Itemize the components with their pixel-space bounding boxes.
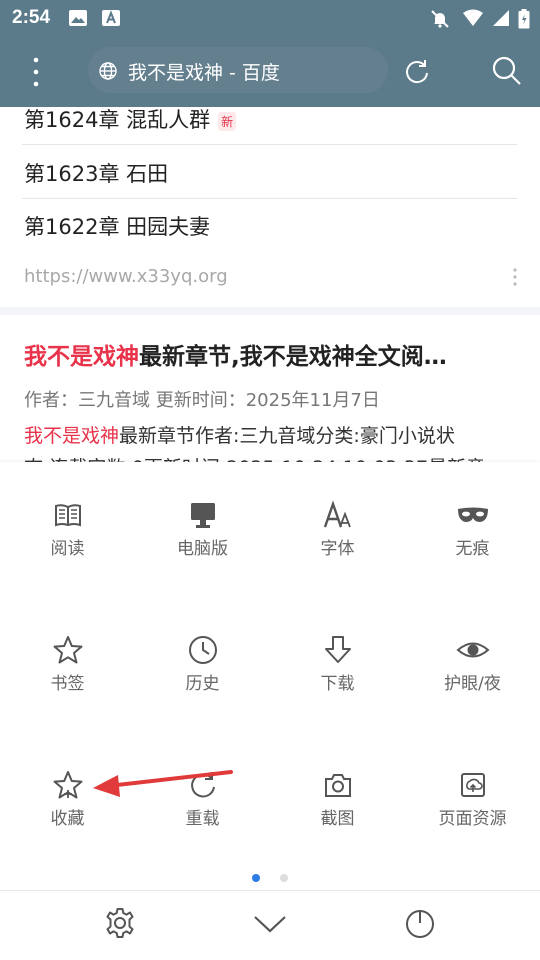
wifi-icon	[462, 9, 484, 31]
address-bar[interactable]: 我不是戏神 - 百度	[88, 47, 388, 93]
refresh-icon	[135, 770, 270, 800]
clock-icon	[135, 635, 270, 665]
menu-item-screenshot[interactable]: 截图	[270, 770, 405, 860]
chapter-link[interactable]: 第1622章 田园夫妻	[24, 211, 210, 241]
camera-icon	[270, 770, 405, 800]
title-highlight: 我不是戏神	[24, 344, 139, 370]
new-badge: 新	[218, 111, 237, 131]
chapter-link[interactable]: 第1623章 石田	[24, 158, 168, 188]
browser-header: 2:54 我不是戏神 - 百度	[0, 0, 540, 107]
desc-highlight: 我不是戏神	[24, 425, 120, 447]
eye-icon	[405, 635, 540, 665]
page-dot	[280, 874, 288, 882]
menu-label: 截图	[320, 809, 355, 829]
menu-item-page-resources[interactable]: 页面资源	[405, 770, 540, 860]
reload-icon[interactable]	[403, 57, 431, 89]
chapter-label: 第1623章 石田	[24, 162, 169, 186]
globe-icon	[98, 61, 118, 85]
menu-item-reload[interactable]: 重载	[135, 770, 270, 860]
menu-item-reader[interactable]: 阅读	[0, 500, 135, 590]
mute-icon	[430, 9, 450, 33]
menu-item-font[interactable]: 字体	[270, 500, 405, 590]
download-icon	[270, 635, 405, 665]
menu-label: 页面资源	[438, 809, 507, 829]
menu-item-incognito[interactable]: 无痕	[405, 500, 540, 590]
power-icon[interactable]	[404, 907, 436, 943]
chapter-link[interactable]: 第1624章 混乱人群新	[24, 107, 237, 134]
browser-menu-sheet: 阅读 电脑版 字体 无痕 书签 历史 下载 护眼/夜 收藏 重载 截图 页面资源	[0, 462, 540, 960]
web-content: 第1624章 混乱人群新 第1623章 石田 第1622章 田园夫妻 https…	[0, 107, 540, 462]
menu-bottom-bar	[0, 890, 540, 960]
mask-icon	[405, 500, 540, 530]
title-rest: 最新章节,我不是戏神全文阅…	[139, 344, 447, 370]
menu-item-bookmarks[interactable]: 书签	[0, 635, 135, 725]
result-title[interactable]: 我不是戏神最新章节,我不是戏神全文阅…	[24, 337, 514, 371]
menu-label: 重载	[185, 809, 220, 829]
chevron-down-icon[interactable]	[253, 907, 287, 943]
page-dot-active	[252, 874, 260, 882]
divider	[22, 198, 517, 199]
menu-label: 字体	[320, 539, 355, 559]
battery-icon	[518, 9, 530, 33]
menu-item-favorites[interactable]: 收藏	[0, 770, 135, 860]
menu-item-desktop[interactable]: 电脑版	[135, 500, 270, 590]
menu-label: 书签	[50, 674, 85, 694]
chapter-label: 第1624章 混乱人群	[24, 108, 211, 132]
star-add-icon	[0, 770, 135, 800]
overflow-menu-icon[interactable]	[22, 52, 50, 92]
page-source-icon	[405, 770, 540, 800]
gear-icon[interactable]	[104, 907, 136, 943]
signal-icon	[492, 9, 510, 31]
status-time: 2:54	[12, 7, 51, 28]
more-options-icon[interactable]	[512, 267, 518, 287]
font-size-icon	[270, 500, 405, 530]
page-title: 我不是戏神 - 百度	[128, 62, 280, 84]
book-open-icon	[0, 500, 135, 530]
menu-label: 电脑版	[177, 539, 228, 559]
section-gap	[0, 307, 540, 315]
desc-rest: 最新章节作者:三九音域分类:豪门小说状	[119, 425, 455, 447]
page-indicator	[0, 874, 540, 884]
status-bar: 2:54	[0, 0, 540, 36]
site-url[interactable]: https://www.x33yq.org	[24, 266, 228, 287]
menu-label: 护眼/夜	[444, 674, 501, 694]
result-description-line2: 态:连载字数:0更新时间:2025-10-24 10:03:37最新章	[24, 453, 485, 462]
result-meta: 作者：三九音域 更新时间：2025年11月7日	[24, 390, 380, 411]
font-notification-icon	[101, 9, 121, 31]
star-icon	[0, 635, 135, 665]
menu-label: 阅读	[50, 539, 85, 559]
divider	[22, 144, 517, 145]
menu-label: 历史	[185, 674, 220, 694]
menu-item-downloads[interactable]: 下载	[270, 635, 405, 725]
image-notification-icon	[68, 9, 88, 31]
desktop-icon	[135, 500, 270, 530]
menu-item-eye-care[interactable]: 护眼/夜	[405, 635, 540, 725]
menu-label: 收藏	[50, 809, 85, 829]
menu-label: 下载	[320, 674, 355, 694]
result-description: 我不是戏神最新章节作者:三九音域分类:豪门小说状	[24, 421, 455, 448]
menu-label: 无痕	[455, 539, 490, 559]
search-icon[interactable]	[491, 55, 523, 91]
menu-item-history[interactable]: 历史	[135, 635, 270, 725]
browser-toolbar: 我不是戏神 - 百度	[0, 36, 540, 107]
chapter-label: 第1622章 田园夫妻	[24, 215, 211, 239]
